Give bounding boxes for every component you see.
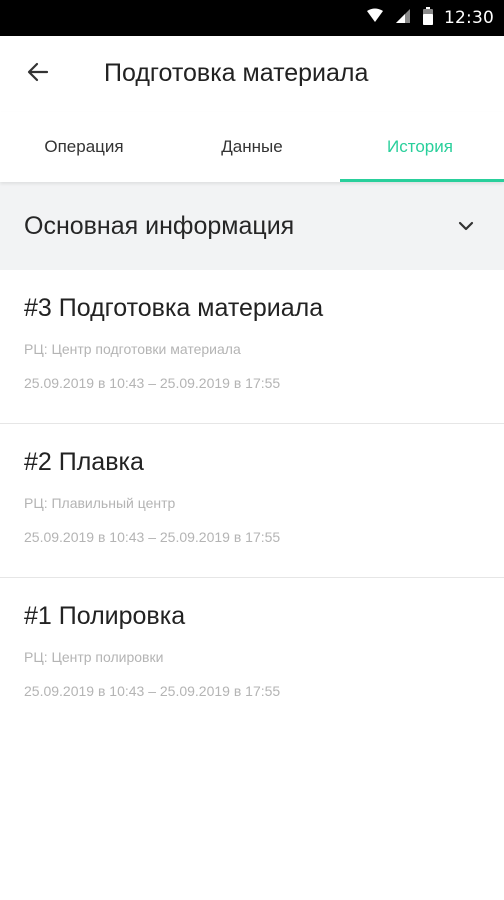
section-title: Основная информация [24, 212, 295, 240]
section-header-main-info[interactable]: Основная информация [0, 182, 504, 270]
history-item[interactable]: #3 Подготовка материала РЦ: Центр подгот… [0, 270, 504, 424]
wifi-icon [366, 8, 384, 29]
history-list: #3 Подготовка материала РЦ: Центр подгот… [0, 270, 504, 732]
arrow-left-icon [26, 60, 50, 89]
page-title: Подготовка материала [104, 59, 369, 87]
tab-bar: Операция Данные История [0, 112, 504, 182]
history-item-dates: 25.09.2019 в 10:43 – 25.09.2019 в 17:55 [24, 683, 281, 699]
back-button[interactable] [20, 56, 56, 92]
status-time: 12:30 [444, 8, 494, 28]
history-item-dates: 25.09.2019 в 10:43 – 25.09.2019 в 17:55 [24, 529, 281, 545]
status-bar: 12:30 [0, 0, 504, 36]
history-item-center: РЦ: Плавильный центр [24, 495, 176, 511]
tab-data[interactable]: Данные [168, 112, 336, 182]
history-item-title: #2 Плавка [24, 448, 144, 476]
chevron-down-icon[interactable] [454, 214, 478, 238]
history-item[interactable]: #2 Плавка РЦ: Плавильный центр 25.09.201… [0, 424, 504, 578]
history-item-title: #3 Подготовка материала [24, 294, 324, 322]
history-item-dates: 25.09.2019 в 10:43 – 25.09.2019 в 17:55 [24, 375, 281, 391]
tab-history[interactable]: История [336, 112, 504, 182]
history-item-title: #1 Полировка [24, 602, 186, 630]
history-item-center: РЦ: Центр полировки [24, 649, 164, 665]
status-icons: 12:30 [366, 0, 494, 36]
history-item[interactable]: #1 Полировка РЦ: Центр полировки 25.09.2… [0, 578, 504, 732]
signal-icon [394, 7, 412, 30]
battery-icon [422, 6, 434, 31]
tab-operation[interactable]: Операция [0, 112, 168, 182]
history-item-center: РЦ: Центр подготовки материала [24, 341, 241, 357]
app-bar: Подготовка материала [0, 36, 504, 112]
